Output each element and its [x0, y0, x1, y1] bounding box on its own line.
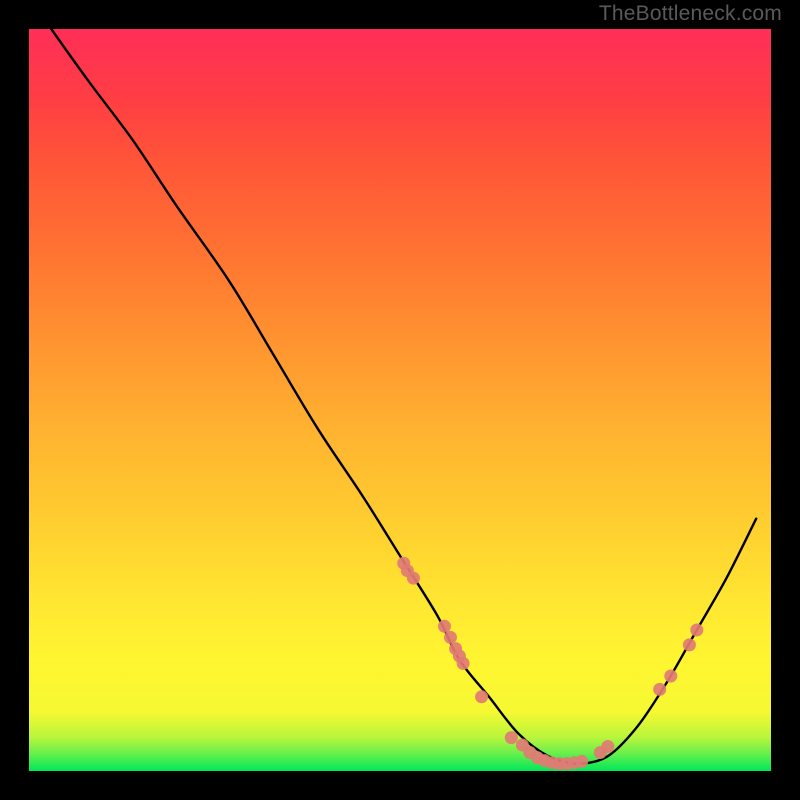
- bottleneck-curve: [51, 29, 756, 764]
- watermark-text: TheBottleneck.com: [599, 2, 782, 26]
- plot-area: [29, 29, 771, 771]
- chart-container: TheBottleneck.com: [0, 0, 800, 800]
- data-marker: [664, 670, 677, 683]
- data-marker: [505, 731, 518, 744]
- data-marker: [690, 624, 703, 637]
- curve-svg: [29, 29, 771, 771]
- data-marker: [438, 620, 451, 633]
- data-marker: [653, 683, 666, 696]
- data-markers: [397, 557, 703, 770]
- data-marker: [475, 690, 488, 703]
- data-marker: [601, 740, 614, 753]
- data-marker: [575, 755, 588, 768]
- data-marker: [457, 657, 470, 670]
- data-marker: [683, 638, 696, 651]
- data-marker: [444, 631, 457, 644]
- data-marker: [407, 572, 420, 585]
